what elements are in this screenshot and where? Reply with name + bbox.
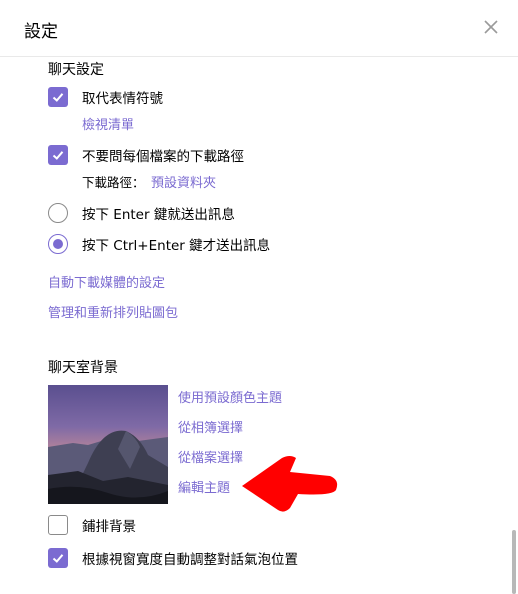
- adaptive-bubbles-option[interactable]: 根據視窗寬度自動調整對話氣泡位置: [48, 547, 298, 569]
- check-icon: [52, 93, 64, 102]
- send-ctrl-enter-label: 按下 Ctrl+Enter 鍵才送出訊息: [82, 238, 271, 254]
- send-enter-option[interactable]: 按下 Enter 鍵就送出訊息: [48, 202, 235, 224]
- dialog-header: 設定: [0, 0, 518, 57]
- adaptive-bubbles-label: 根據視窗寬度自動調整對話氣泡位置: [82, 552, 298, 568]
- tile-background-option[interactable]: 鋪排背景: [48, 514, 136, 536]
- settings-scroll-area[interactable]: 聊天設定 取代表情符號 檢視清單 不要問每個檔案的下載路徑 下載路徑： 預設資料…: [0, 57, 518, 594]
- radio-dot: [53, 239, 63, 249]
- send-ctrl-enter-radio[interactable]: [48, 234, 68, 254]
- background-thumbnail[interactable]: [48, 385, 168, 504]
- edit-theme-link[interactable]: 編輯主題: [178, 477, 230, 496]
- no-ask-download-option[interactable]: 不要問每個檔案的下載路徑: [48, 144, 244, 166]
- auto-download-link[interactable]: 自動下載媒體的設定: [48, 272, 165, 291]
- send-enter-radio[interactable]: [48, 203, 68, 223]
- download-path-label: 下載路徑：: [82, 175, 145, 190]
- choose-from-album-link[interactable]: 從相簿選擇: [178, 417, 243, 436]
- chat-settings-title: 聊天設定: [48, 62, 104, 78]
- replace-emoji-label: 取代表情符號: [82, 91, 163, 107]
- dialog-title: 設定: [24, 22, 58, 42]
- close-icon[interactable]: [480, 16, 502, 38]
- view-list-link[interactable]: 檢視清單: [82, 114, 134, 133]
- settings-dialog: 設定 聊天設定 取代表情符號 檢視清單 不要問每個檔案的下載路徑 下載路徑： 預…: [0, 0, 518, 594]
- scrollbar-thumb[interactable]: [512, 530, 516, 594]
- check-icon: [52, 151, 64, 160]
- replace-emoji-option[interactable]: 取代表情符號: [48, 86, 163, 108]
- download-path-link[interactable]: 預設資料夾: [151, 172, 216, 191]
- check-icon: [52, 554, 64, 563]
- chat-background-title: 聊天室背景: [48, 360, 118, 376]
- use-default-theme-link[interactable]: 使用預設顏色主題: [178, 387, 282, 406]
- send-enter-label: 按下 Enter 鍵就送出訊息: [82, 207, 235, 223]
- tile-background-checkbox[interactable]: [48, 515, 68, 535]
- no-ask-download-label: 不要問每個檔案的下載路徑: [82, 149, 244, 165]
- send-ctrl-enter-option[interactable]: 按下 Ctrl+Enter 鍵才送出訊息: [48, 233, 270, 255]
- tile-background-label: 鋪排背景: [82, 519, 136, 535]
- manage-stickers-link[interactable]: 管理和重新排列貼圖包: [48, 302, 178, 321]
- adaptive-bubbles-checkbox[interactable]: [48, 548, 68, 568]
- replace-emoji-checkbox[interactable]: [48, 87, 68, 107]
- no-ask-download-checkbox[interactable]: [48, 145, 68, 165]
- choose-from-file-link[interactable]: 從檔案選擇: [178, 447, 243, 466]
